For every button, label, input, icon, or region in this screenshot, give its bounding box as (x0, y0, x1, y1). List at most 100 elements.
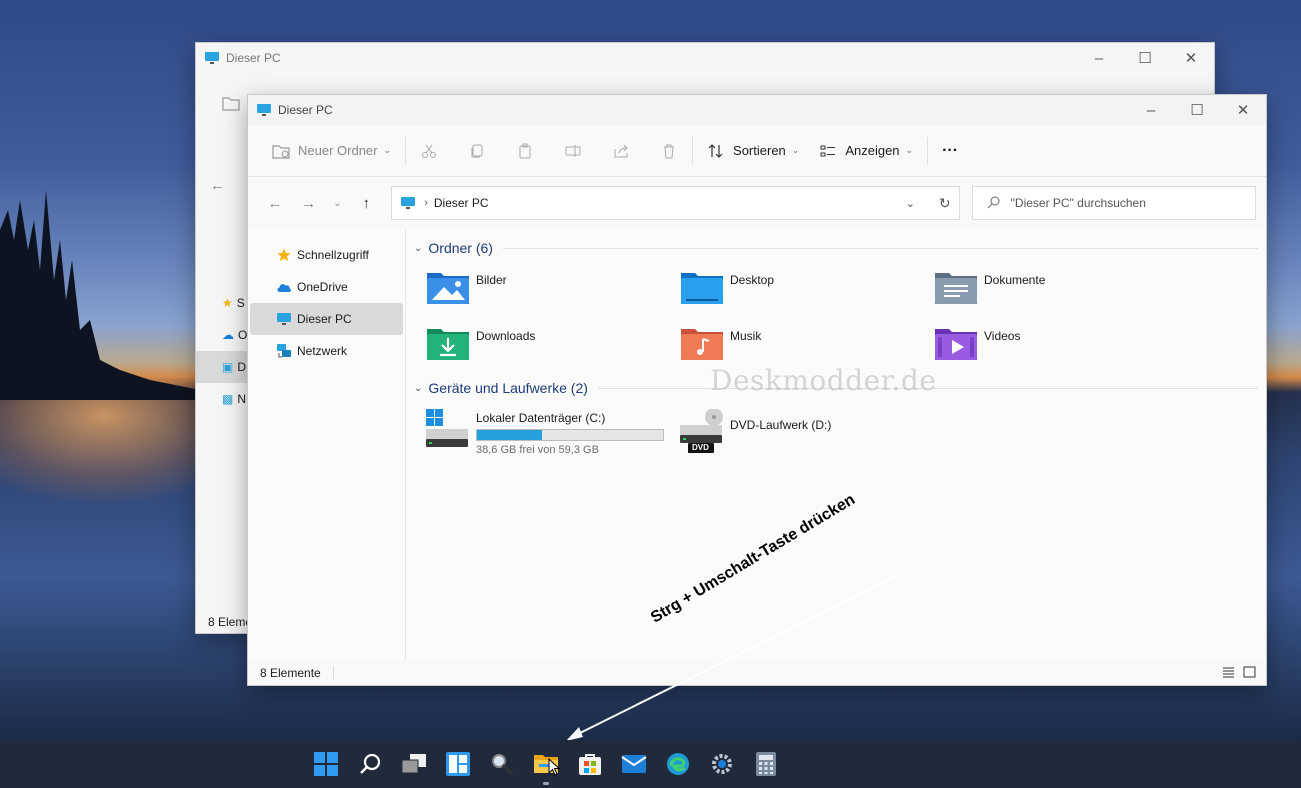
drive-usage-bar (476, 429, 664, 441)
folder-bilder[interactable]: Bilder (426, 263, 680, 319)
search-icon[interactable] (352, 746, 388, 782)
task-view-icon[interactable] (396, 746, 432, 782)
folder-videos[interactable]: Videos (934, 319, 1188, 375)
titlebar[interactable]: Dieser PC – ☐ ✕ (196, 43, 1214, 73)
folder-name: Dokumente (984, 273, 1046, 287)
more-options-button[interactable]: ··· (934, 134, 966, 168)
up-button[interactable]: ↑ (349, 188, 383, 218)
search-input[interactable] (1010, 196, 1241, 210)
watermark: Deskmodder.de (710, 364, 937, 397)
mouse-cursor-icon (548, 758, 560, 776)
minimize-button[interactable]: – (1128, 95, 1174, 125)
magnifier-icon[interactable] (484, 746, 520, 782)
new-folder-button[interactable]: Neuer Ordner ⌄ (264, 134, 399, 168)
tiles-view-icon[interactable] (1243, 666, 1256, 681)
calculator-icon[interactable] (748, 746, 784, 782)
documents-folder-icon (934, 269, 978, 305)
videos-folder-icon (934, 325, 978, 361)
back-arrow-icon[interactable]: ← (210, 177, 225, 194)
folder-desktop[interactable]: Desktop (680, 263, 934, 319)
monitor-icon (276, 311, 292, 327)
breadcrumb-this-pc[interactable]: Dieser PC (434, 196, 489, 210)
start-icon[interactable] (308, 746, 344, 782)
recent-locations-button[interactable]: ⌄ (326, 188, 350, 218)
divider (405, 136, 407, 165)
nav-item-this-pc[interactable]: Dieser PC (250, 303, 403, 335)
group-header-folders[interactable]: ⌄ Ordner (6) (414, 237, 1258, 259)
delete-button[interactable] (652, 134, 686, 168)
folder-downloads[interactable]: Downloads (426, 319, 680, 375)
share-button[interactable] (604, 134, 638, 168)
drive-name: DVD-Laufwerk (D:) (730, 418, 832, 432)
maximize-button[interactable]: ☐ (1122, 43, 1168, 73)
share-icon (612, 142, 630, 160)
titlebar[interactable]: Dieser PC – ☐ ✕ (248, 95, 1266, 125)
nav-item-label: Dieser PC (297, 312, 352, 326)
cut-button[interactable] (412, 134, 446, 168)
minimize-button[interactable]: – (1076, 43, 1122, 73)
forward-button[interactable]: → (292, 188, 326, 218)
drive-name: Lokaler Datenträger (C:) (476, 411, 606, 425)
close-button[interactable]: ✕ (1220, 95, 1266, 125)
folder-dokumente[interactable]: Dokumente (934, 263, 1188, 319)
nav-item-onedrive[interactable]: ☁ O (196, 319, 248, 351)
folder-name: Musik (730, 329, 762, 343)
paste-button[interactable] (508, 134, 542, 168)
drive-d[interactable]: DVD DVD-Laufwerk (D:) (680, 403, 934, 459)
desktop-folder-icon (680, 269, 724, 305)
nav-item-onedrive[interactable]: OneDrive (250, 271, 403, 303)
divider (502, 247, 1258, 249)
breadcrumb-chevron-icon: › (424, 197, 428, 209)
window-title: Dieser PC (226, 51, 281, 65)
widgets-icon[interactable] (440, 746, 476, 782)
item-count: 8 Elemente (260, 666, 321, 680)
divider (692, 136, 694, 165)
settings-icon[interactable] (704, 746, 740, 782)
dvd-drive-icon: DVD (680, 408, 724, 453)
navigation-pane: Schnellzugriff OneDrive Dieser PC Netzwe… (248, 229, 406, 661)
view-label: Anzeigen (845, 143, 900, 158)
folder-name: Desktop (730, 273, 775, 287)
maximize-button[interactable]: ☐ (1174, 95, 1220, 125)
address-bar[interactable]: › Dieser PC ⌄ ↻ (391, 186, 960, 220)
chevron-down-icon: ⌄ (791, 145, 800, 155)
trash-icon (660, 142, 678, 160)
nav-item-label: OneDrive (297, 280, 348, 294)
refresh-icon[interactable]: ↻ (939, 195, 951, 212)
search-box[interactable] (971, 186, 1256, 220)
rename-icon (564, 142, 582, 160)
nav-item-quick-access[interactable]: ★ S (196, 287, 248, 319)
address-dropdown-icon[interactable]: ⌄ (906, 197, 915, 210)
copy-button[interactable] (460, 134, 494, 168)
drive-c[interactable]: Lokaler Datenträger (C:) 38,6 GB frei vo… (426, 403, 680, 459)
monitor-icon (205, 52, 219, 64)
command-bar: Neuer Ordner ⌄ Sortieren ⌄ Anzeigen ⌄ ··… (248, 125, 1266, 177)
nav-item-quick-access[interactable]: Schnellzugriff (250, 239, 403, 271)
back-button[interactable]: ← (258, 188, 292, 218)
tree-silhouette (0, 190, 200, 400)
cloud-icon (276, 279, 292, 295)
edge-icon[interactable] (660, 746, 696, 782)
search-icon (987, 195, 1001, 212)
scissors-icon (420, 142, 438, 160)
view-button[interactable]: Anzeigen ⌄ (811, 134, 921, 168)
monitor-icon (401, 197, 416, 209)
store-icon[interactable] (572, 746, 608, 782)
mail-icon[interactable] (616, 746, 652, 782)
close-button[interactable]: ✕ (1168, 43, 1214, 73)
details-view-icon[interactable] (1222, 666, 1235, 681)
nav-item-this-pc[interactable]: ▣ D (196, 351, 248, 383)
status-bar: 8 Elemente (248, 661, 1266, 685)
rename-button[interactable] (556, 134, 590, 168)
drive-free-space: 38,6 GB frei von 59,3 GB (476, 444, 599, 456)
explorer-body: Schnellzugriff OneDrive Dieser PC Netzwe… (248, 229, 1266, 661)
arrow-right-icon: → (301, 194, 317, 212)
explorer-window[interactable]: Dieser PC – ☐ ✕ Neuer Ordner ⌄ Sortieren… (247, 94, 1267, 686)
nav-item-label: Netzwerk (297, 344, 348, 358)
nav-item-network[interactable]: ▩ N (196, 383, 248, 415)
content-pane: ⌄ Ordner (6) Bilder Desktop Dokumente Do… (406, 229, 1266, 661)
nav-item-network[interactable]: Netzwerk (250, 335, 403, 367)
sort-button[interactable]: Sortieren ⌄ (699, 134, 807, 168)
network-icon (276, 343, 292, 359)
folder-name: Videos (984, 329, 1021, 343)
